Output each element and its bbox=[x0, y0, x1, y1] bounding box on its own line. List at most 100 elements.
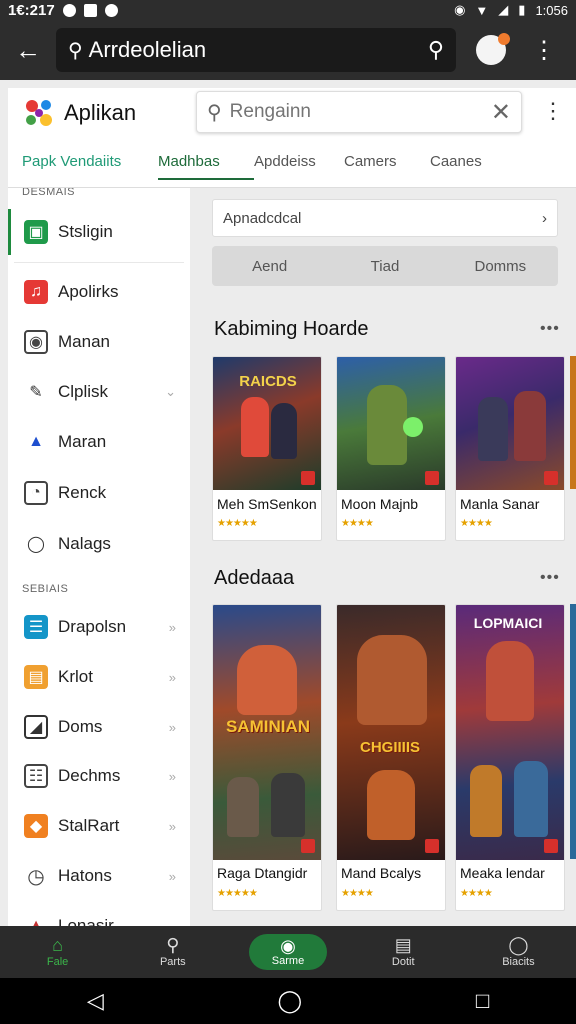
rating-badge bbox=[425, 471, 439, 485]
camera-icon bbox=[104, 3, 118, 17]
drawer-item-11[interactable]: ◆ StalRart » bbox=[8, 803, 190, 849]
drawer-item-5[interactable]: ◔ Renck bbox=[8, 470, 190, 516]
tab-4[interactable]: Caanes bbox=[430, 153, 482, 180]
signal-icon: ◢ bbox=[498, 2, 509, 17]
game-card[interactable]: Manla Sanar ★★★★ bbox=[455, 356, 565, 541]
drawer-item-13[interactable]: ▲ Lonasir bbox=[8, 903, 190, 926]
character-figure bbox=[237, 645, 297, 715]
section-title-1: Kabiming Hoarde bbox=[214, 318, 369, 340]
drawer-item-4[interactable]: ▲ Maran bbox=[8, 419, 190, 465]
nav-games[interactable]: ◉ Sarme bbox=[230, 926, 345, 978]
box-icon: ◆ bbox=[24, 814, 48, 838]
location-icon: ◉ bbox=[454, 2, 466, 17]
navigation-drawer: DESMAIS ▣ Stsligin ♫ Apolirks ◉ Manan ✎ … bbox=[8, 188, 190, 926]
game-card[interactable]: RAICDS Meh SmSenkon ★★★★★ bbox=[212, 356, 322, 541]
nav-label: Dotit bbox=[391, 956, 415, 968]
more-icon[interactable]: ••• bbox=[540, 320, 560, 338]
category-tabs: Papk Vendaiits Madhbas Apddeiss Camers C… bbox=[8, 146, 576, 188]
chevron-down-icon: ⌄ bbox=[165, 384, 176, 399]
list-icon: ☰ bbox=[24, 615, 48, 639]
tab-1[interactable]: Madhbas bbox=[158, 153, 254, 180]
cover-title: CHGIIIIS bbox=[359, 739, 420, 756]
nav-library[interactable]: ▤ Dotit bbox=[346, 926, 461, 978]
drawer-item-label: StalRart bbox=[58, 816, 120, 835]
star-rating: ★★★★ bbox=[341, 888, 374, 899]
game-card[interactable]: LOPMAICI Meaka lendar ★★★★ bbox=[455, 604, 565, 911]
game-card[interactable]: SAMINIAN Raga Dtangidr ★★★★★ bbox=[212, 604, 322, 911]
character-figure bbox=[357, 635, 427, 725]
store-search-input[interactable] bbox=[229, 101, 491, 123]
drawer-item-7[interactable]: ☰ Drapolsn » bbox=[8, 604, 190, 650]
game-card[interactable]: Moon Majnb ★★★★ bbox=[336, 356, 446, 541]
nav-home[interactable]: ⌂ Fale bbox=[0, 926, 115, 978]
chevron-icon: » bbox=[168, 669, 176, 685]
segment-2[interactable]: Domms bbox=[443, 258, 558, 275]
account-avatar[interactable] bbox=[476, 33, 510, 65]
star-rating: ★★★★★ bbox=[217, 888, 258, 899]
search-submit-icon[interactable]: ⚲ bbox=[428, 37, 444, 63]
drawer-item-6[interactable]: ◯ Nalags bbox=[8, 521, 190, 567]
home-icon: ⌂ bbox=[52, 935, 64, 955]
header-overflow-icon[interactable]: ⋮ bbox=[542, 98, 564, 124]
back-arrow-icon[interactable]: ← bbox=[0, 35, 56, 66]
game-card[interactable]: CHGIIIIS Mand Bcalys ★★★★ bbox=[336, 604, 446, 911]
system-navigation-bar: ◁ ◯ □ bbox=[0, 978, 576, 1024]
drawer-item-3[interactable]: ✎ Clplisk ⌄ bbox=[8, 369, 190, 415]
drawer-item-10[interactable]: ☷ Dechms » bbox=[8, 753, 190, 799]
segment-1[interactable]: Tiad bbox=[327, 258, 442, 275]
rating-badge bbox=[301, 839, 315, 853]
game-cover-image: LOPMAICI bbox=[456, 605, 564, 860]
game-cover-image: SAMINIAN bbox=[213, 605, 321, 860]
nav-label: Biacits bbox=[502, 956, 535, 968]
system-recents-icon[interactable]: □ bbox=[476, 988, 489, 1014]
character-figure bbox=[367, 770, 415, 840]
tab-3[interactable]: Camers bbox=[344, 153, 430, 180]
drawer-item-label: Renck bbox=[58, 483, 107, 502]
system-back-icon[interactable]: ◁ bbox=[87, 988, 104, 1014]
character-figure bbox=[486, 641, 534, 721]
search-icon: ⚲ bbox=[166, 935, 180, 955]
clear-search-icon[interactable]: ✕ bbox=[491, 98, 511, 127]
pencil-icon: ✎ bbox=[29, 384, 43, 401]
more-icon[interactable]: ••• bbox=[540, 569, 560, 587]
character-figure bbox=[514, 391, 546, 461]
status-time: 1€:217 bbox=[8, 1, 55, 19]
chart-icon: ▲ bbox=[28, 917, 44, 926]
nav-label: Sarme bbox=[271, 955, 305, 967]
grid-icon: ☷ bbox=[24, 764, 48, 788]
drawer-item-0[interactable]: ▣ Stsligin bbox=[8, 209, 190, 255]
store-search-box[interactable]: ⚲ ✕ bbox=[196, 91, 522, 133]
drawer-item-2[interactable]: ◉ Manan bbox=[8, 319, 190, 365]
drawer-item-label: Maran bbox=[58, 432, 107, 451]
drawer-item-label: Krlot bbox=[58, 667, 93, 686]
drawer-item-label: Doms bbox=[58, 717, 103, 736]
drawer-item-12[interactable]: ◷ Hatons » bbox=[8, 853, 190, 899]
system-home-icon[interactable]: ◯ bbox=[278, 988, 303, 1014]
overflow-menu-icon[interactable]: ⋮ bbox=[532, 36, 556, 65]
segmented-control: Aend Tiad Domms bbox=[212, 246, 558, 286]
top-search-value: Arrdeolelian bbox=[88, 37, 207, 62]
segment-0[interactable]: Aend bbox=[212, 258, 327, 275]
square-icon: ◢ bbox=[24, 715, 48, 739]
drawer-section-title-1: DESMAIS bbox=[22, 188, 76, 198]
game-title: Mand Bcalys bbox=[341, 865, 422, 881]
drawer-item-1[interactable]: ♫ Apolirks bbox=[8, 269, 190, 315]
drawer-item-9[interactable]: ◢ Doms » bbox=[8, 704, 190, 750]
nav-profile[interactable]: ◯ Biacits bbox=[461, 926, 576, 978]
store-header: Aplikan ⚲ ✕ ⋮ Papk Vendaiits Madhbas Apd… bbox=[8, 88, 576, 188]
drawer-item-label: Lonasir bbox=[58, 916, 114, 926]
nav-search[interactable]: ⚲ Parts bbox=[115, 926, 230, 978]
game-cover-image: RAICDS bbox=[213, 357, 321, 490]
drawer-item-label: Dechms bbox=[58, 766, 121, 785]
notification-icon bbox=[62, 3, 76, 17]
game-cover-image bbox=[456, 357, 564, 490]
image-icon: ◔ bbox=[24, 481, 48, 505]
rating-badge bbox=[544, 471, 558, 485]
top-search-field[interactable]: ⚲ Arrdeolelian ⚲ bbox=[56, 28, 456, 72]
character-figure bbox=[478, 397, 508, 461]
drawer-item-8[interactable]: ▤ Krlot » bbox=[8, 654, 190, 700]
dropdown-value: Apnadcdcal bbox=[223, 209, 302, 227]
tab-2[interactable]: Apddeiss bbox=[254, 153, 344, 180]
filter-dropdown[interactable]: Apnadcdcal › bbox=[212, 199, 558, 237]
tab-0[interactable]: Papk Vendaiits bbox=[22, 153, 158, 180]
